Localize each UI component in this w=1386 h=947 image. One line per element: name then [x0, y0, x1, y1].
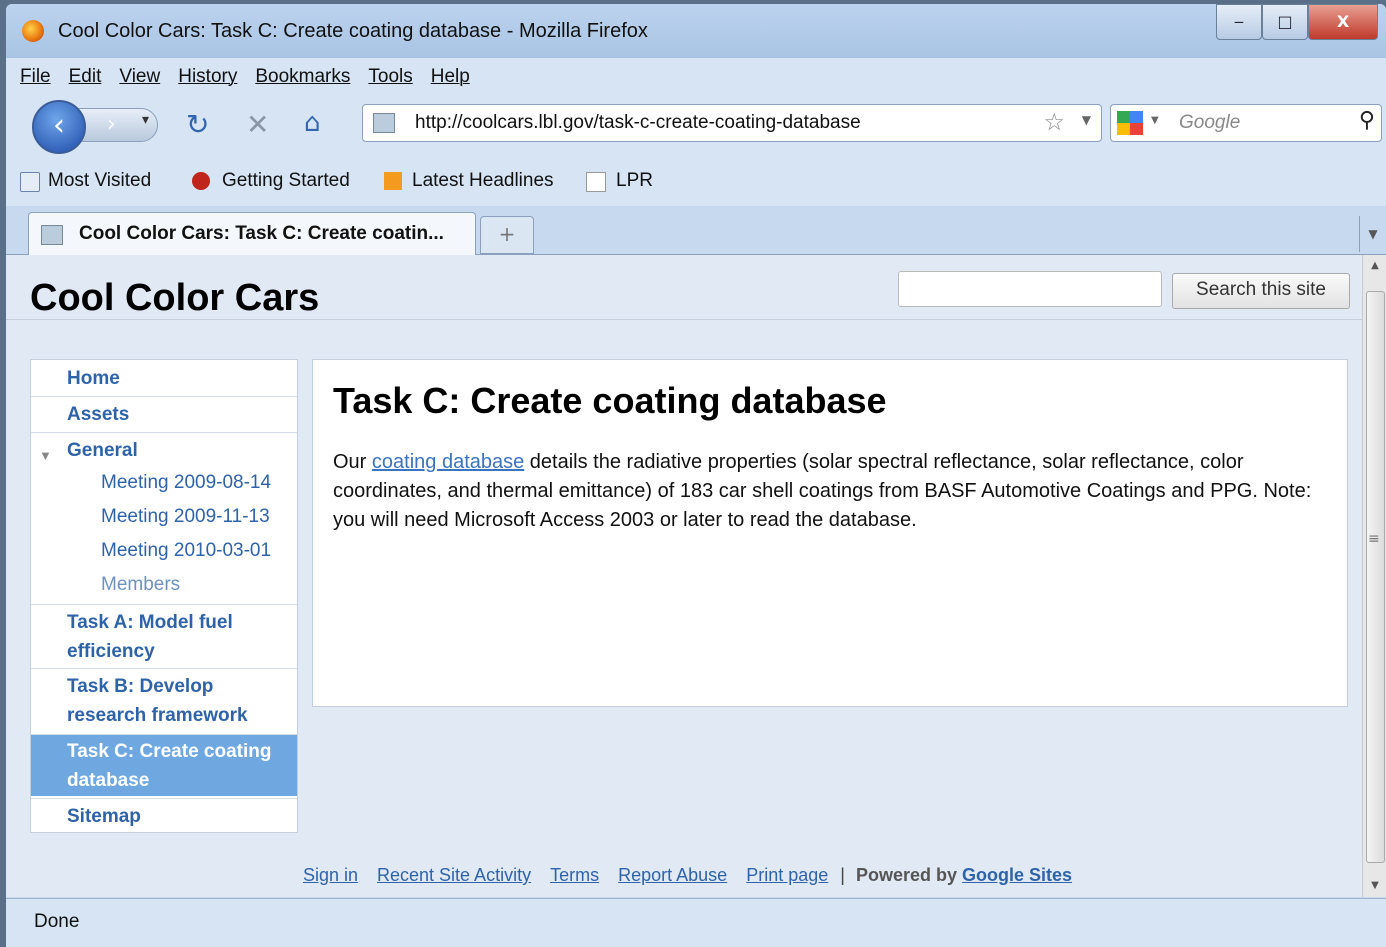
history-dropdown-icon[interactable]: ▾ [142, 112, 149, 128]
tab-strip: Cool Color Cars: Task C: Create coatin..… [6, 206, 1386, 255]
sidebar-nav: Home Assets ▼ General Meeting 2009-08-14… [30, 359, 298, 833]
task-b-line2[interactable]: research framework [67, 701, 297, 730]
sidebar-item-meeting-2010-03-01[interactable]: Meeting 2010-03-01 [101, 536, 271, 565]
tab-list-icon[interactable]: ▼ [1359, 216, 1386, 252]
reload-icon[interactable]: ↻ [186, 108, 209, 141]
menu-history[interactable]: History [178, 66, 237, 88]
minimize-button[interactable]: ‒ [1216, 4, 1262, 40]
sidebar-item-task-a[interactable]: Task A: Model fuel efficiency [31, 604, 297, 668]
tab-active[interactable]: Cool Color Cars: Task C: Create coatin..… [28, 212, 476, 255]
status-text: Done [34, 911, 80, 932]
sidebar-item-task-c[interactable]: Task C: Create coating database [31, 734, 297, 796]
expand-triangle-icon[interactable]: ▼ [39, 441, 52, 470]
stop-icon[interactable]: ✕ [246, 108, 269, 141]
getting-started-icon [192, 172, 210, 190]
search-engine-box[interactable]: ▼ Google ⚲ [1110, 104, 1382, 142]
site-favicon-icon [373, 113, 395, 133]
bookmark-latest-headlines[interactable]: Latest Headlines [412, 170, 554, 192]
site-footer: Sign in Recent Site Activity Terms Repor… [6, 865, 1362, 886]
vertical-scrollbar[interactable]: ▲ ≡ ▼ [1362, 255, 1386, 897]
maximize-button[interactable]: □ [1262, 4, 1308, 40]
search-placeholder[interactable]: Google [1179, 112, 1240, 134]
bookmark-star-icon[interactable]: ☆ [1043, 108, 1065, 136]
header-divider [6, 319, 1362, 320]
window-title: Cool Color Cars: Task C: Create coating … [58, 20, 648, 42]
footer-google-sites-link[interactable]: Google Sites [962, 865, 1072, 885]
description-paragraph: Our coating database details the radiati… [333, 448, 1323, 535]
search-icon[interactable]: ⚲ [1359, 108, 1375, 133]
page-title: Task C: Create coating database [333, 380, 887, 421]
task-b-line1[interactable]: Task B: Develop [67, 672, 297, 701]
scrollbar-grip-icon: ≡ [1368, 531, 1380, 547]
sidebar-item-assets[interactable]: Assets [31, 396, 297, 432]
site-search-button[interactable]: Search this site [1172, 273, 1350, 309]
site-title[interactable]: Cool Color Cars [30, 277, 319, 320]
sidebar-item-task-b[interactable]: Task B: Develop research framework [31, 668, 297, 732]
coating-database-link[interactable]: coating database [372, 451, 524, 473]
new-tab-button[interactable]: + [480, 216, 534, 254]
menu-bar: File Edit View History Bookmarks Tools H… [6, 58, 1386, 96]
footer-sign-in-link[interactable]: Sign in [303, 865, 358, 885]
sidebar-item-meeting-2009-11-13[interactable]: Meeting 2009-11-13 [101, 502, 270, 531]
menu-bookmarks[interactable]: Bookmarks [255, 66, 350, 88]
sidebar-item-home[interactable]: Home [31, 364, 297, 396]
scroll-down-icon[interactable]: ▼ [1363, 875, 1386, 897]
bookmark-most-visited[interactable]: Most Visited [48, 170, 151, 192]
engine-dropdown-icon[interactable]: ▼ [1151, 115, 1159, 126]
site-search-input[interactable] [898, 271, 1162, 307]
task-c-line1[interactable]: Task C: Create coating [67, 737, 297, 766]
rss-icon [384, 172, 402, 190]
page-content: Cool Color Cars Search this site Home As… [6, 255, 1362, 897]
sidebar-item-general-label[interactable]: General [67, 440, 138, 461]
para-text-pre: Our [333, 451, 372, 473]
address-bar[interactable]: http://coolcars.lbl.gov/task-c-create-co… [362, 104, 1102, 142]
main-panel: Task C: Create coating database Our coat… [312, 359, 1348, 707]
sidebar-item-sitemap[interactable]: Sitemap [31, 798, 297, 832]
sidebar-item-meeting-2009-08-14[interactable]: Meeting 2009-08-14 [101, 468, 271, 497]
scrollbar-thumb[interactable] [1366, 291, 1385, 863]
page-icon [586, 172, 606, 192]
url-text[interactable]: http://coolcars.lbl.gov/task-c-create-co… [415, 112, 861, 134]
close-button[interactable]: X [1308, 4, 1378, 40]
bookmarks-toolbar: Most Visited Getting Started Latest Head… [6, 156, 1386, 206]
footer-report-abuse-link[interactable]: Report Abuse [618, 865, 727, 885]
bookmark-getting-started[interactable]: Getting Started [222, 170, 350, 192]
menu-file[interactable]: File [20, 66, 51, 88]
window-controls: ‒ □ X [1216, 4, 1378, 40]
browser-window: Cool Color Cars: Task C: Create coating … [6, 4, 1386, 947]
footer-recent-activity-link[interactable]: Recent Site Activity [377, 865, 531, 885]
title-bar: Cool Color Cars: Task C: Create coating … [6, 4, 1386, 58]
task-a-line2[interactable]: efficiency [67, 637, 297, 666]
menu-help[interactable]: Help [431, 66, 470, 88]
back-button[interactable]: ‹ [32, 100, 86, 154]
home-icon[interactable]: ⌂ [304, 108, 321, 138]
bookmark-lpr[interactable]: LPR [616, 170, 653, 192]
footer-separator: | [840, 865, 845, 885]
tab-favicon-icon [41, 225, 63, 245]
navigation-toolbar: › ‹ ▾ ↻ ✕ ⌂ http://coolcars.lbl.gov/task… [6, 96, 1386, 156]
firefox-logo-icon [22, 20, 44, 42]
url-dropdown-icon[interactable]: ▼ [1082, 113, 1091, 127]
task-c-line2[interactable]: database [67, 766, 297, 795]
menu-view[interactable]: View [119, 66, 160, 88]
sidebar-item-members[interactable]: Members [101, 570, 180, 599]
task-a-line1[interactable]: Task A: Model fuel [67, 608, 297, 637]
tab-title[interactable]: Cool Color Cars: Task C: Create coatin..… [79, 223, 444, 245]
footer-terms-link[interactable]: Terms [550, 865, 599, 885]
status-bar: Done [6, 898, 1386, 947]
most-visited-icon [20, 172, 40, 192]
menu-edit[interactable]: Edit [69, 66, 102, 88]
google-engine-icon[interactable] [1117, 111, 1143, 135]
footer-powered-by: Powered by [855, 865, 958, 885]
footer-print-page-link[interactable]: Print page [746, 865, 828, 885]
scroll-up-icon[interactable]: ▲ [1363, 255, 1386, 277]
menu-tools[interactable]: Tools [368, 66, 412, 88]
